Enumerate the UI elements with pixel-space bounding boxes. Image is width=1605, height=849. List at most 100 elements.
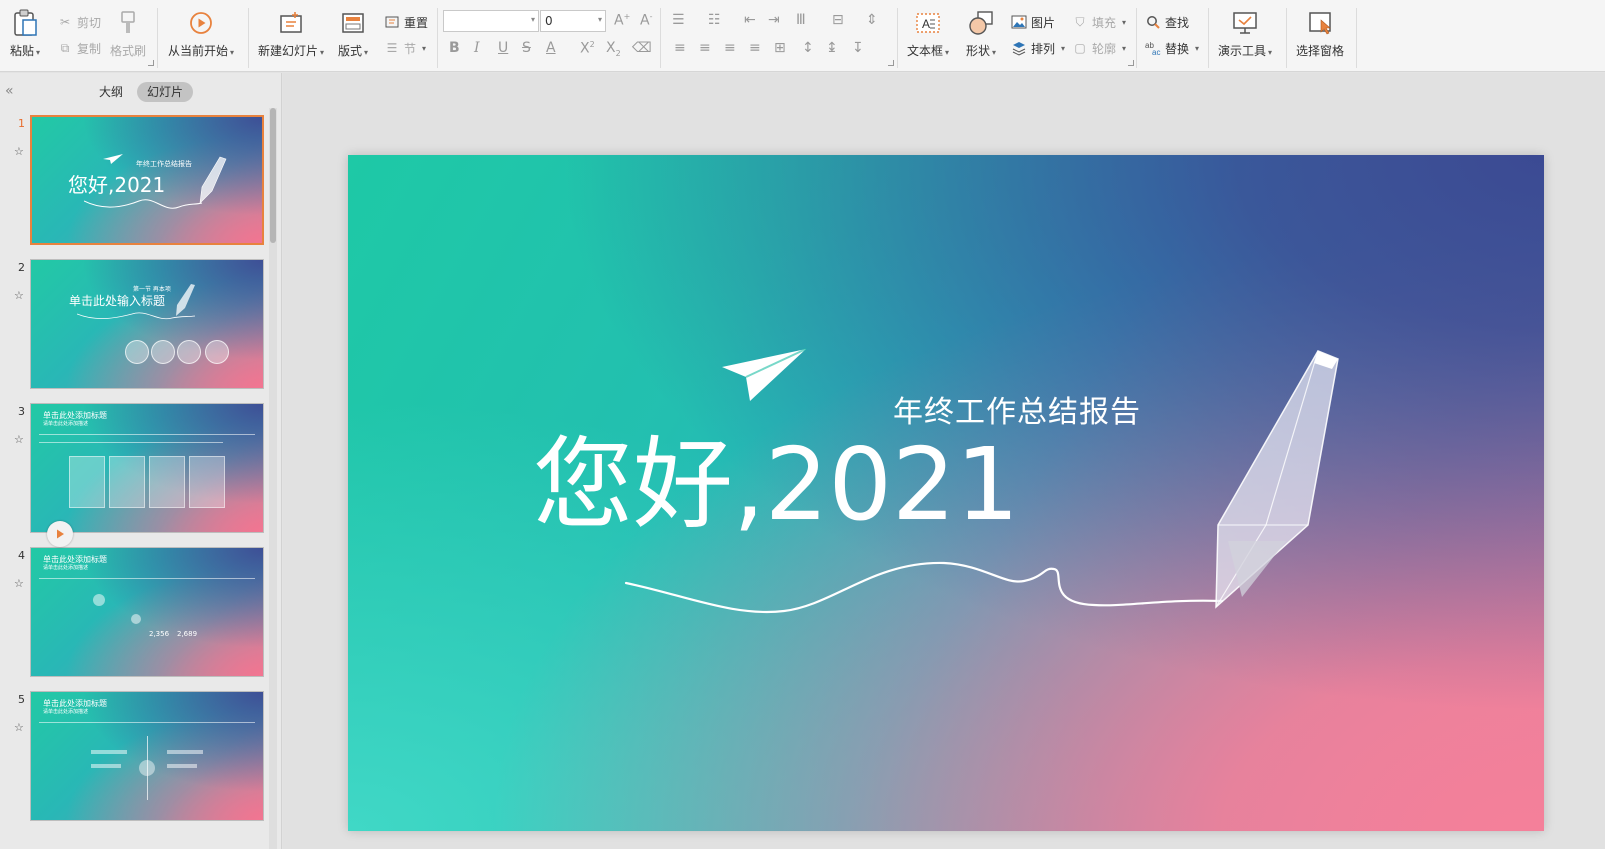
strikethrough-icon[interactable]: S <box>522 40 531 56</box>
panel-scrollbar[interactable] <box>269 108 277 849</box>
slide-thumbnail[interactable]: 第一节 再本项 单击此处输入标题 <box>30 259 264 389</box>
superscript-icon[interactable]: X2 <box>580 40 595 57</box>
tab-outline[interactable]: 大纲 <box>89 82 133 102</box>
slide-thumbnail[interactable]: 单击此处添加标题 请单击此处添加描述 2,356 2,689 <box>30 547 264 677</box>
shape-button[interactable]: 形状 ▾ <box>966 8 996 59</box>
divider <box>437 8 438 68</box>
tab-slides[interactable]: 幻灯片 <box>137 82 194 102</box>
selection-pane-button[interactable]: 选择窗格 <box>1296 8 1344 59</box>
font-color-icon[interactable]: A <box>546 40 556 56</box>
text-direction-icon[interactable]: Ⅲ <box>796 12 806 28</box>
slide-thumbnail-row[interactable]: 3 ☆ 单击此处添加标题 请单击此处添加描述 <box>0 403 270 535</box>
fill-button[interactable]: ⛉ 填充 ▾ <box>1072 12 1126 32</box>
lock-icon <box>177 340 201 364</box>
cut-button[interactable]: ✂ 剪切 <box>57 12 101 32</box>
underline-icon[interactable]: U <box>498 40 508 56</box>
line-spacing-icon[interactable]: ⇕ <box>866 12 878 28</box>
format-painter-button[interactable]: 格式刷 <box>110 8 146 59</box>
presentation-tools-button[interactable]: 演示工具 ▾ <box>1218 8 1272 59</box>
shape-label: 形状 <box>966 44 991 58</box>
arrange-label: 排列 <box>1031 41 1056 56</box>
signal-icon <box>205 340 229 364</box>
textbox-icon: A <box>914 8 942 38</box>
thumb-caption: 请单击此处添加描述 <box>43 565 89 571</box>
coin-icon <box>151 340 175 364</box>
subscript-icon[interactable]: X2 <box>606 40 621 58</box>
animation-star-icon: ☆ <box>14 289 24 302</box>
chevron-down-icon: ▾ <box>530 15 535 24</box>
scrollbar-thumb[interactable] <box>270 108 276 243</box>
slide-thumbnail-row[interactable]: 2 ☆ 第一节 再本项 单击此处输入标题 <box>0 259 270 391</box>
picture-button[interactable]: 图片 <box>1011 12 1055 32</box>
increase-indent-icon[interactable]: ⇥ <box>768 12 780 28</box>
decrease-indent-icon[interactable]: ⇤ <box>744 12 756 28</box>
divider <box>39 442 223 443</box>
current-slide[interactable]: 年终工作总结报告 您好,2021 <box>348 155 1544 831</box>
align-right-icon[interactable]: ≡ <box>724 40 736 56</box>
justify-icon[interactable]: ≡ <box>749 40 761 56</box>
font-size-combo[interactable]: 0 ▾ <box>540 10 606 32</box>
grow-font-icon[interactable]: A+ <box>614 12 630 29</box>
divider <box>248 8 249 68</box>
shrink-font-icon[interactable]: A- <box>640 12 652 29</box>
slide-play-button[interactable] <box>47 521 73 547</box>
bar-marker <box>91 750 127 754</box>
chevron-down-icon: ▾ <box>597 15 602 24</box>
content-card <box>109 456 145 508</box>
divider <box>1356 8 1357 68</box>
distribute-icon[interactable]: ⊞ <box>774 40 786 56</box>
italic-icon[interactable]: I <box>474 40 480 56</box>
eraser-icon[interactable]: ⌫ <box>632 40 652 56</box>
find-button[interactable]: 查找 <box>1145 12 1189 32</box>
slide-thumbnail[interactable]: 年终工作总结报告 您好,2021 <box>30 115 264 245</box>
animation-star-icon: ☆ <box>14 433 24 446</box>
bar-marker <box>167 764 197 768</box>
slide-thumbnail-row[interactable]: 4 ☆ 单击此处添加标题 请单击此处添加描述 2,356 2,689 <box>0 547 270 679</box>
paste-label: 粘贴 <box>10 44 35 58</box>
new-slide-button[interactable]: 新建幻灯片 ▾ <box>258 8 324 59</box>
presentation-tools-icon <box>1231 8 1259 38</box>
slide-thumbnail-row[interactable]: 5 ☆ 单击此处添加标题 请单击此处添加描述 <box>0 691 270 823</box>
slide-thumbnail[interactable]: 单击此处添加标题 请单击此处添加描述 <box>30 691 264 821</box>
picture-icon <box>1011 14 1027 30</box>
reset-button[interactable]: 重置 <box>384 12 428 32</box>
paper-plane-icon <box>722 348 807 401</box>
clipboard-launcher-icon[interactable] <box>148 60 154 66</box>
paste-button[interactable]: 粘贴 ▾ <box>10 8 40 59</box>
slide-number: 5 <box>18 693 25 706</box>
align-left-icon[interactable]: ≡ <box>674 40 686 56</box>
align-center-icon[interactable]: ≡ <box>699 40 711 56</box>
collapse-panel-icon[interactable]: « <box>5 83 14 99</box>
spacing-after-icon[interactable]: ↧ <box>852 40 864 56</box>
editing-canvas: 年终工作总结报告 您好,2021 <box>283 73 1605 849</box>
signature-curve <box>624 561 1224 614</box>
reset-icon <box>384 14 400 30</box>
font-name-combo[interactable]: ▾ <box>443 10 539 32</box>
divider <box>39 434 255 435</box>
start-from-current-button[interactable]: 从当前开始 ▾ <box>168 8 234 59</box>
replace-button[interactable]: ab ac 替换 ▾ <box>1145 38 1199 58</box>
divider <box>39 578 255 579</box>
paragraph-spacing-icon[interactable]: ↕ <box>802 40 814 56</box>
slide-thumbnail-row[interactable]: 1 ☆ 年终工作总结报告 您好,2021 <box>0 115 270 247</box>
divider <box>660 8 661 68</box>
bold-icon[interactable]: B <box>449 40 460 56</box>
section-button[interactable]: ☰ 节 ▾ <box>384 38 426 58</box>
paragraph-launcher-icon[interactable] <box>888 60 894 66</box>
spacing-before-icon[interactable]: ↨ <box>826 40 838 56</box>
numbered-list-icon[interactable]: ☷ <box>708 12 721 28</box>
arrange-button[interactable]: 排列 ▾ <box>1011 38 1065 58</box>
slide-number: 3 <box>18 405 25 418</box>
copy-label: 复制 <box>77 41 102 56</box>
copy-button[interactable]: ⧉ 复制 <box>57 38 101 58</box>
animation-star-icon: ☆ <box>14 721 24 734</box>
slide-title[interactable]: 您好,2021 <box>533 425 1019 545</box>
outline-icon: ▢ <box>1074 41 1086 55</box>
align-text-icon[interactable]: ⊟ <box>832 12 844 28</box>
textbox-button[interactable]: A 文本框 ▾ <box>907 8 949 59</box>
outline-button[interactable]: ▢ 轮廓 ▾ <box>1072 38 1126 58</box>
layout-button[interactable]: 版式 ▾ <box>338 8 368 59</box>
slide-thumbnail[interactable]: 单击此处添加标题 请单击此处添加描述 <box>30 403 264 533</box>
bullet-list-icon[interactable]: ☰ <box>672 12 685 28</box>
drawing-launcher-icon[interactable] <box>1128 60 1134 66</box>
